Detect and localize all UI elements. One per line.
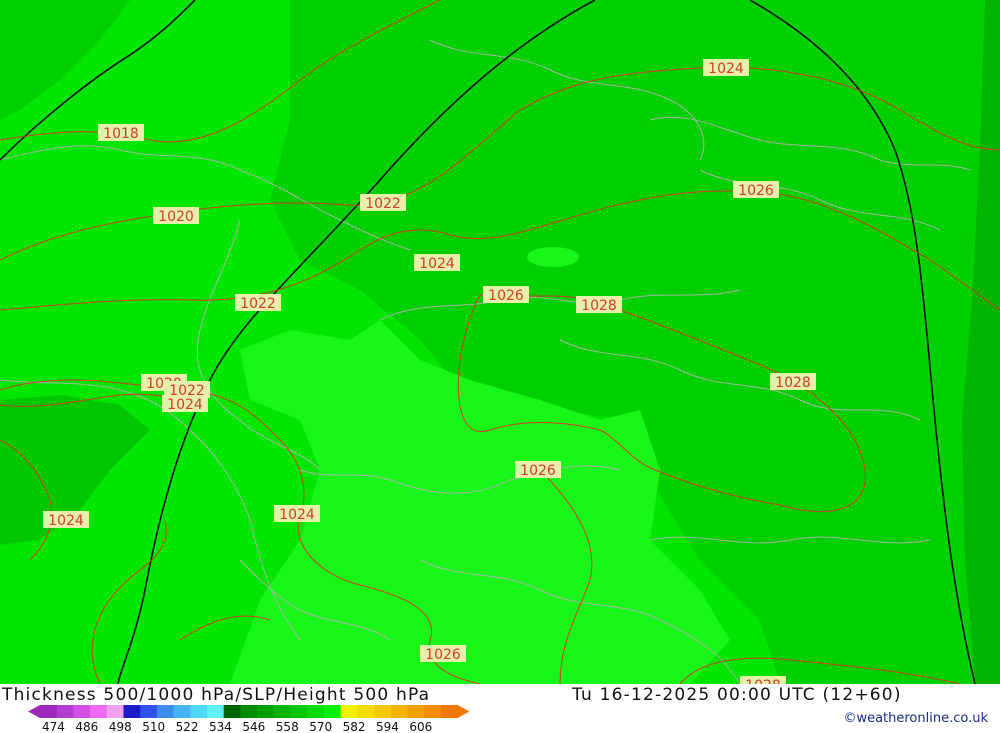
isobar-label: 1028 — [770, 373, 816, 391]
legend-swatch — [390, 705, 408, 718]
svg-text:1026: 1026 — [738, 183, 774, 199]
svg-text:1028: 1028 — [581, 298, 617, 314]
legend-swatch — [424, 705, 442, 718]
legend-swatch — [207, 705, 225, 718]
legend-tick-label: 510 — [142, 720, 165, 733]
credit-link[interactable]: ©weatheronline.co.uk — [843, 711, 988, 726]
thickness-map: 1018 1020 1022 1022 1024 1026 1028 1024 … — [0, 0, 1000, 684]
legend-swatch — [56, 705, 74, 718]
legend-swatch — [257, 705, 275, 718]
isobar-label: 1024 — [703, 59, 749, 77]
legend-swatch — [140, 705, 158, 718]
legend-tick-label: 486 — [75, 720, 98, 733]
isobar-label: 1026 — [420, 645, 466, 663]
legend-ticks: 474 486 498 510 522 534 546 558 570 582 594 606 — [42, 720, 432, 733]
legend-swatch — [106, 705, 124, 718]
legend-swatch — [307, 705, 325, 718]
legend-tick-label: 582 — [343, 720, 366, 733]
legend-swatch — [123, 705, 141, 718]
isobar-label: 1018 — [98, 124, 144, 142]
svg-text:1026: 1026 — [425, 647, 461, 663]
svg-text:1022: 1022 — [240, 296, 276, 312]
legend-tick-label: 546 — [242, 720, 265, 733]
legend-tick-label: 498 — [109, 720, 132, 733]
legend-swatch — [323, 705, 342, 718]
legend-tick-label: 522 — [176, 720, 199, 733]
svg-text:1024: 1024 — [167, 397, 203, 413]
svg-text:1024: 1024 — [279, 507, 315, 523]
legend-tick-label: 594 — [376, 720, 399, 733]
legend-tick-label: 570 — [309, 720, 332, 733]
svg-text:1024: 1024 — [708, 61, 744, 77]
legend-tick-label: 558 — [276, 720, 299, 733]
isobar-label: 1026 — [733, 181, 779, 199]
svg-text:1024: 1024 — [419, 256, 455, 272]
legend-swatch — [374, 705, 392, 718]
legend-tick-label: 474 — [42, 720, 65, 733]
isobar-label: 1028 — [740, 676, 786, 684]
legend-swatches — [28, 705, 470, 718]
legend-swatch — [290, 705, 308, 718]
legend-swatch — [357, 705, 375, 718]
svg-text:1028: 1028 — [775, 375, 811, 391]
legend-arrow-left — [28, 705, 40, 718]
isobar-label: 1020 — [153, 207, 199, 225]
legend-swatch — [223, 705, 241, 718]
legend-swatch — [156, 705, 175, 718]
map-footer: Thickness 500/1000 hPa/SLP/Height 500 hP… — [0, 684, 1000, 733]
map-title: Thickness 500/1000 hPa/SLP/Height 500 hP… — [2, 685, 431, 705]
svg-text:1026: 1026 — [520, 463, 556, 479]
svg-text:1026: 1026 — [488, 288, 524, 304]
legend-arrow-right — [457, 705, 470, 718]
isobar-label: 1024 — [43, 511, 89, 529]
color-legend: 474 486 498 510 522 534 546 558 570 582 594 606 — [28, 705, 470, 733]
isobar-label: 1024 — [414, 254, 460, 272]
isobar-label: 1022 — [360, 194, 406, 212]
svg-text:1018: 1018 — [103, 126, 139, 142]
isobar-label: 1022 — [235, 294, 281, 312]
legend-swatch — [273, 705, 291, 718]
legend-swatch — [440, 705, 458, 718]
legend-swatch — [173, 705, 191, 718]
svg-text:1020: 1020 — [158, 209, 194, 225]
legend-swatch — [73, 705, 91, 718]
svg-text:1024: 1024 — [48, 513, 84, 529]
legend-swatch — [240, 705, 258, 718]
isobar-label: 1026 — [515, 461, 561, 479]
isobar-label: 1024 — [162, 395, 208, 413]
valid-time: Tu 16-12-2025 00:00 UTC (12+60) — [572, 685, 902, 705]
legend-tick-label: 534 — [209, 720, 232, 733]
isobar-label: 1028 — [576, 296, 622, 314]
isobar-label: 1024 — [274, 505, 320, 523]
legend-swatch — [40, 705, 58, 718]
legend-swatch — [190, 705, 208, 718]
legend-swatch — [90, 705, 108, 718]
isobar-label: 1026 — [483, 286, 529, 304]
thickness-field-light-spot — [527, 247, 579, 267]
legend-tick-label: 606 — [409, 720, 432, 733]
svg-text:1022: 1022 — [365, 196, 401, 212]
legend-swatch — [340, 705, 358, 718]
legend-swatch — [407, 705, 425, 718]
